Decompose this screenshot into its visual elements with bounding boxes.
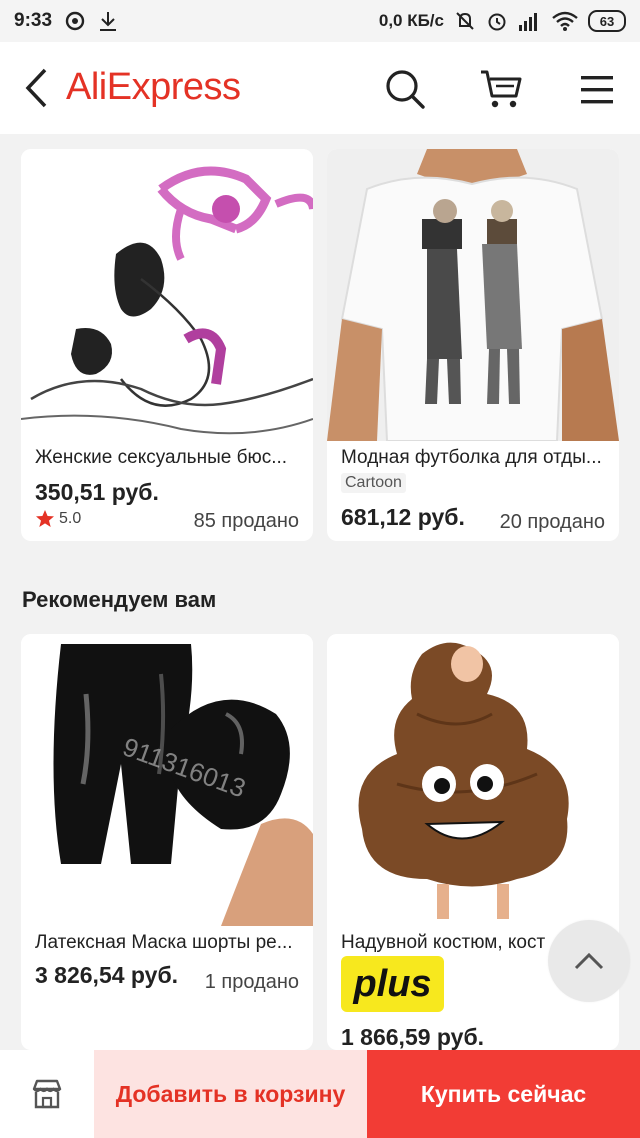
battery-level: 63 bbox=[599, 13, 615, 29]
product-title: Модная футболка для отды... bbox=[341, 447, 602, 468]
product-card[interactable]: Женские сексуальные бюс... 350,51 руб. 5… bbox=[21, 149, 313, 541]
cart-icon bbox=[481, 70, 522, 108]
signal-icon bbox=[518, 11, 542, 31]
alarm-icon bbox=[486, 10, 508, 32]
product-image bbox=[21, 149, 313, 441]
search-button[interactable] bbox=[382, 66, 428, 112]
search-icon bbox=[386, 70, 425, 109]
battery-icon: 63 bbox=[588, 10, 626, 32]
add-to-cart-button[interactable]: Добавить в корзину bbox=[94, 1050, 367, 1138]
store-button[interactable] bbox=[0, 1050, 94, 1138]
mute-icon bbox=[454, 10, 476, 32]
product-image: 911316013 bbox=[21, 634, 313, 926]
status-bar: 9:33 0,0 КБ/с 63 bbox=[0, 0, 640, 42]
section-title: Рекомендуем вам bbox=[22, 587, 217, 612]
plus-badge-label: plus bbox=[353, 962, 432, 1005]
app-header: AliExpress bbox=[0, 42, 640, 134]
scroll-to-top-button[interactable] bbox=[548, 920, 630, 1002]
product-rating: 5.0 bbox=[35, 509, 81, 529]
product-image bbox=[327, 634, 619, 926]
product-price: 1 866,59 руб. bbox=[341, 1024, 485, 1050]
cart-button[interactable] bbox=[478, 66, 524, 112]
rating-value: 5.0 bbox=[59, 510, 82, 527]
product-card[interactable]: 911316013 Латексная Маска шорты ре... 3 … bbox=[21, 634, 313, 1050]
product-title: Надувной костюм, кост bbox=[341, 932, 546, 953]
sold-count: 85 продано bbox=[193, 510, 299, 532]
sold-count: 1 продано bbox=[204, 971, 299, 993]
status-time: 9:33 bbox=[14, 10, 53, 31]
plus-badge: plus bbox=[341, 956, 444, 1012]
product-title: Женские сексуальные бюс... bbox=[35, 447, 288, 468]
product-price: 681,12 руб. bbox=[341, 504, 465, 530]
menu-icon bbox=[581, 76, 613, 104]
sold-count: 20 продано bbox=[499, 511, 605, 533]
menu-button[interactable] bbox=[576, 68, 620, 112]
product-title: Латексная Маска шорты ре... bbox=[35, 932, 293, 953]
buy-now-button[interactable]: Купить сейчас bbox=[367, 1050, 640, 1138]
back-arrow-icon bbox=[25, 68, 47, 108]
chevron-up-icon bbox=[574, 952, 604, 970]
product-image bbox=[327, 149, 619, 441]
star-icon bbox=[36, 510, 54, 527]
aliexpress-logo[interactable]: AliExpress bbox=[66, 66, 241, 109]
bottom-action-bar: Добавить в корзину Купить сейчас bbox=[0, 1050, 640, 1138]
product-price: 350,51 руб. bbox=[35, 479, 159, 505]
product-card[interactable]: Модная футболка для отды... Cartoon 681,… bbox=[327, 149, 619, 541]
download-icon bbox=[98, 10, 118, 32]
store-icon bbox=[32, 1079, 62, 1109]
message-icon bbox=[64, 10, 86, 32]
network-speed: 0,0 КБ/с bbox=[378, 11, 444, 30]
wifi-icon bbox=[552, 11, 578, 31]
product-tag: Cartoon bbox=[341, 473, 406, 493]
product-price: 3 826,54 руб. bbox=[35, 962, 179, 988]
back-button[interactable] bbox=[16, 64, 56, 112]
